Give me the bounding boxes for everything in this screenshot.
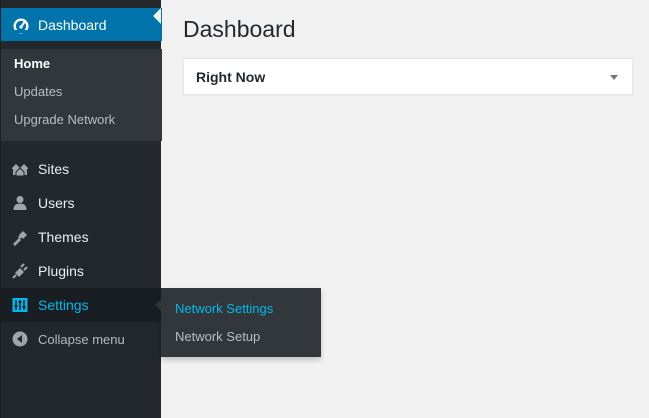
submenu-item-home[interactable]: Home [14, 56, 50, 71]
plugins-icon [11, 262, 29, 280]
menu-item-themes[interactable]: Themes [1, 220, 162, 254]
page-title: Dashboard [183, 16, 296, 42]
toggle-arrow-icon[interactable] [610, 75, 618, 80]
menu-item-label: Dashboard [38, 16, 107, 33]
menu-item-plugins[interactable]: Plugins [1, 254, 162, 288]
dashboard-submenu: Home Updates Upgrade Network [1, 49, 162, 141]
flyout-item-network-setup[interactable]: Network Setup [175, 329, 260, 344]
menu-item-label: Themes [38, 229, 89, 245]
widget-title: Right Now [196, 69, 266, 85]
sites-icon [11, 160, 29, 178]
admin-sidebar: Dashboard Home Updates Upgrade Network S… [0, 0, 163, 418]
flyout-item-network-settings[interactable]: Network Settings [175, 301, 273, 316]
collapse-icon [11, 330, 29, 348]
menu-item-dashboard[interactable]: Dashboard [1, 8, 162, 41]
submenu-item-upgrade-network[interactable]: Upgrade Network [14, 112, 115, 127]
menu-item-label: Settings [38, 297, 89, 313]
menu-item-settings[interactable]: Settings [1, 288, 163, 322]
menu-item-label: Sites [38, 161, 70, 177]
menu-item-label: Users [38, 195, 75, 211]
menu-item-users[interactable]: Users [1, 186, 162, 220]
users-icon [11, 194, 29, 212]
right-now-widget[interactable]: Right Now [183, 58, 633, 95]
menu-item-sites[interactable]: Sites [1, 152, 162, 186]
settings-flyout-menu: Network Settings Network Setup [161, 288, 321, 357]
menu-item-label: Collapse menu [38, 331, 125, 347]
submenu-item-updates[interactable]: Updates [14, 84, 62, 99]
collapse-menu-button[interactable]: Collapse menu [1, 322, 162, 356]
settings-icon [11, 296, 29, 314]
current-menu-arrow [153, 8, 161, 24]
menu-item-label: Plugins [38, 263, 84, 279]
dashboard-icon [12, 16, 30, 34]
themes-icon [11, 228, 29, 246]
